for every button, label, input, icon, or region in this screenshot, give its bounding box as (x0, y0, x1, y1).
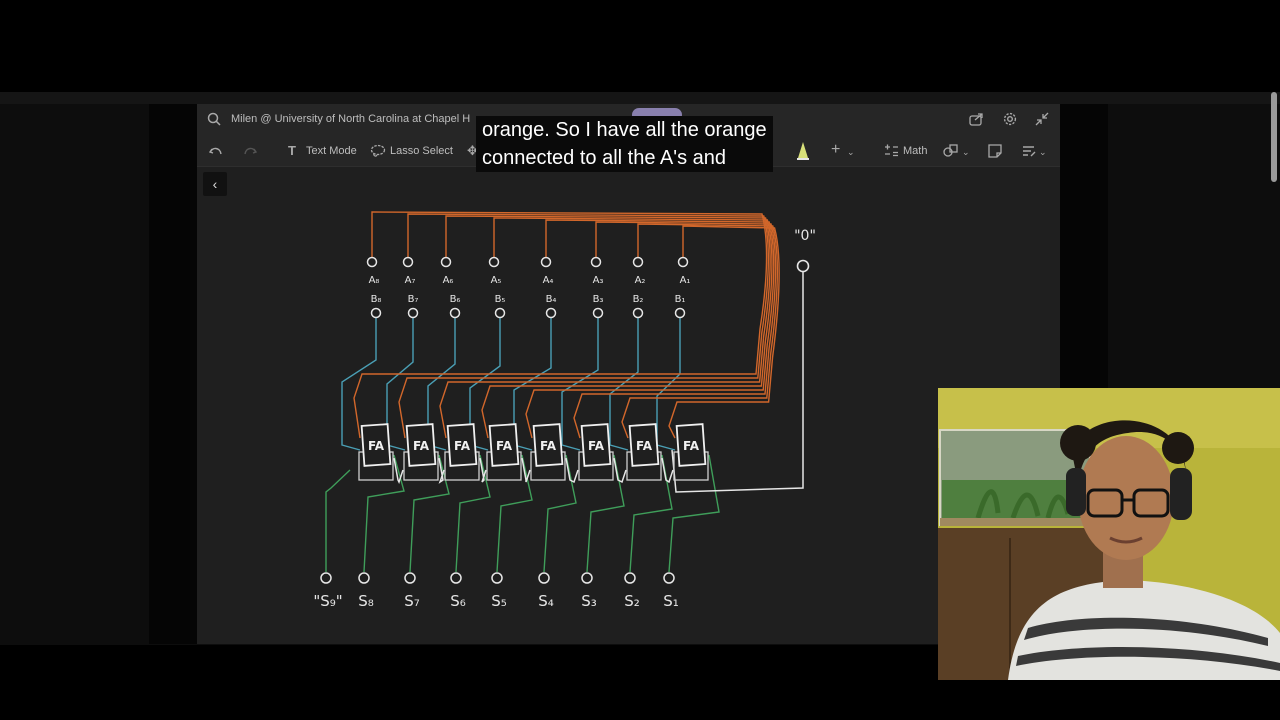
a-input-label: A₃ (593, 275, 604, 286)
a-wire (621, 223, 779, 439)
sum-wire (586, 454, 625, 573)
fa-block-label: FA (683, 439, 700, 453)
a-wire (573, 221, 777, 439)
sum-output-label: S₁ (663, 592, 679, 610)
sum-output-label: S₇ (404, 592, 420, 610)
fa-block-label: FA (368, 439, 385, 453)
b-input-label: B₂ (633, 294, 644, 305)
output-terminals: "S₉" S₈ S₇ S₆ S₅ S₄ S₃ S₂ S₁ (313, 572, 679, 610)
b-input-terminal (674, 307, 686, 319)
sum-wire (629, 454, 673, 573)
webcam-feed (938, 388, 1280, 680)
sum-wire (363, 454, 405, 573)
a-wire (439, 215, 771, 439)
fa-block-label: FA (454, 439, 471, 453)
input-terminals: A₈ B₈ A₇ B₇ A₆ B₆ A₅ B₅ A₄ B₄ A₃ B₃ A₂ B₂ A₁ B₁ (366, 256, 691, 319)
a-input-label: A₇ (405, 275, 416, 286)
b-input-terminal (449, 307, 461, 319)
b-input-terminal (407, 307, 419, 319)
a-input-terminal (677, 256, 689, 268)
b-input-label: B₇ (408, 294, 419, 305)
a-input-label: A₅ (491, 275, 502, 286)
b-input-label: B₆ (450, 294, 461, 305)
sum-wires (325, 454, 720, 573)
fa-block-label: FA (496, 439, 513, 453)
sum-output-terminal (404, 572, 416, 584)
a-input-terminal (632, 256, 644, 268)
a-wire (525, 219, 775, 439)
a-input-label: A₁ (680, 275, 691, 286)
sum-output-terminal (450, 572, 462, 584)
b-input-terminal (592, 307, 604, 319)
full-adder-blocks: FA FA FA FA FA FA FA FA (358, 423, 709, 481)
b-input-terminal (545, 307, 557, 319)
sum-output-label: S₆ (450, 592, 466, 610)
sum-output-terminal (491, 572, 503, 584)
b-input-terminal (370, 307, 382, 319)
b-input-terminal (632, 307, 644, 319)
sum-output-terminal (581, 572, 593, 584)
a-input-wires (353, 211, 780, 439)
sum-output-label: S₃ (581, 592, 597, 610)
a-input-terminal (488, 256, 500, 268)
video-caption: orange. So I have all the orange connect… (476, 116, 773, 172)
sum-output-terminal (624, 572, 636, 584)
caption-line-2: connected to all the A's and (482, 147, 726, 169)
b-input-terminal (494, 307, 506, 319)
sum-output-terminal (358, 572, 370, 584)
a-input-terminal (590, 256, 602, 268)
a-input-label: A₄ (543, 275, 554, 286)
b-input-label: B₈ (371, 294, 382, 305)
a-input-terminal (366, 256, 378, 268)
caption-line-1: orange. So I have all the orange (482, 119, 767, 141)
a-wire (353, 211, 768, 439)
fa-block-label: FA (588, 439, 605, 453)
sum-wire (496, 454, 533, 573)
a-input-label: A₆ (443, 275, 454, 286)
sum-wire (543, 454, 577, 573)
sum-output-label: S₅ (491, 592, 507, 610)
carry-in-label: "0" (794, 228, 816, 244)
fa-block-label: FA (413, 439, 430, 453)
carry-wire (438, 457, 445, 484)
a-input-label: A₈ (369, 275, 380, 286)
sum-output-label: S₄ (538, 592, 554, 610)
sum-output-label: S₈ (358, 592, 374, 610)
b-input-label: B₅ (495, 294, 506, 305)
a-input-terminal (540, 256, 552, 268)
b-input-label: B₃ (593, 294, 604, 305)
a-input-label: A₂ (635, 275, 646, 286)
sum-output-terminal (538, 572, 550, 584)
sum-output-label: S₂ (624, 592, 640, 610)
sum-output-label: "S₉" (313, 592, 342, 610)
carry-in-terminal (796, 259, 810, 273)
b-input-label: B₄ (546, 294, 557, 305)
sum-wire (668, 454, 720, 573)
a-input-terminal (440, 256, 452, 268)
sum-output-terminal (663, 572, 675, 584)
sum-wire (325, 469, 351, 572)
fa-block-label: FA (540, 439, 557, 453)
fa-block-label: FA (636, 439, 653, 453)
b-input-label: B₁ (675, 294, 686, 305)
a-input-terminal (402, 256, 414, 268)
sum-output-terminal (320, 572, 332, 584)
